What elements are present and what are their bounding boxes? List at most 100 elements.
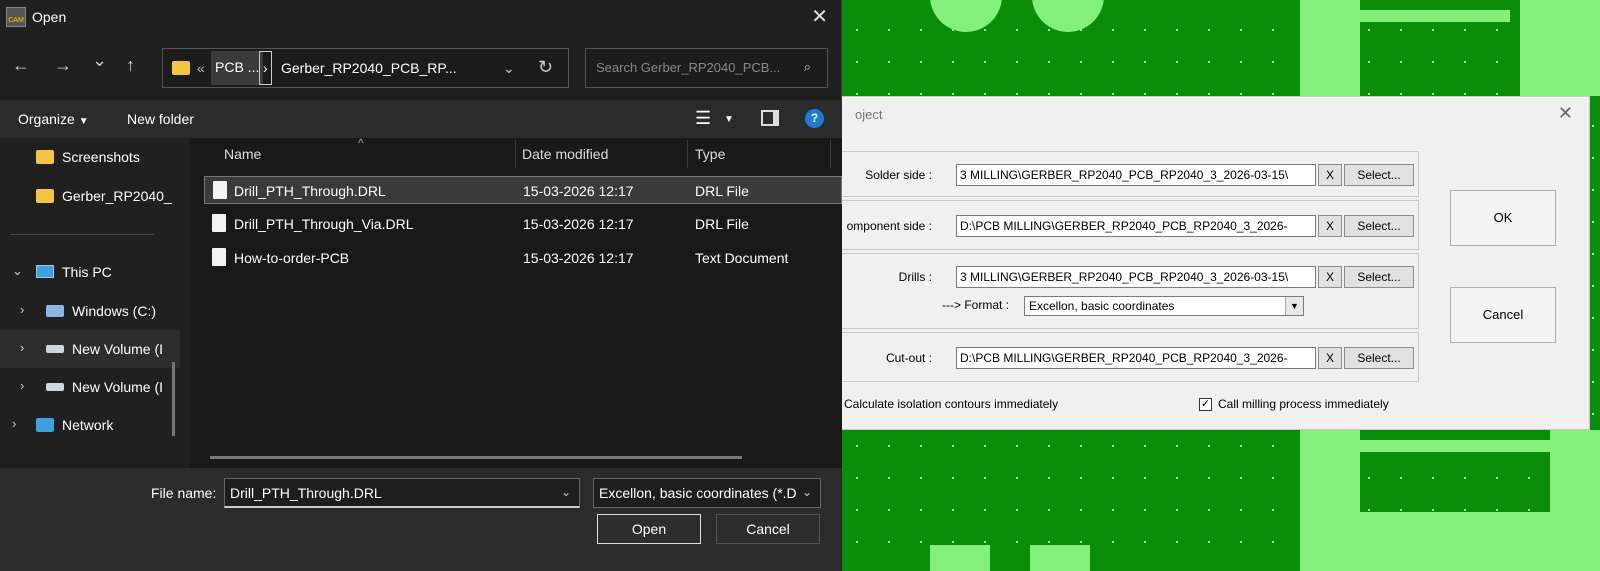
horizontal-scrollbar[interactable] bbox=[210, 456, 742, 459]
chevron-right-icon[interactable]: › bbox=[20, 378, 24, 393]
solder-side-select-button[interactable]: Select... bbox=[1344, 164, 1414, 186]
format-select[interactable]: Excellon, basic coordinates ▼ bbox=[1024, 296, 1304, 316]
sidebar-item-gerber-folder[interactable]: Gerber_RP2040_ bbox=[0, 177, 180, 215]
chevron-right-icon[interactable]: › bbox=[20, 302, 24, 317]
file-type: DRL File bbox=[695, 183, 749, 199]
column-divider bbox=[515, 140, 516, 168]
caret-down-icon: ▼ bbox=[78, 116, 89, 127]
sidebar-item-this-pc[interactable]: ⌄ This PC bbox=[0, 253, 180, 291]
pcb-pad bbox=[930, 0, 1002, 32]
ok-button[interactable]: OK bbox=[1450, 190, 1556, 246]
breadcrumb-separator[interactable]: › bbox=[259, 51, 272, 85]
file-name-input[interactable]: Drill_PTH_Through.DRL ⌄ bbox=[224, 478, 580, 508]
calc-isolation-label: Calculate isolation contours immediately bbox=[844, 397, 1059, 411]
call-milling-checkbox[interactable]: ✓ Call milling process immediately bbox=[1199, 397, 1389, 412]
file-name-value: Drill_PTH_Through.DRL bbox=[230, 485, 382, 501]
help-icon[interactable]: ? bbox=[805, 109, 824, 128]
cutout-select-button[interactable]: Select... bbox=[1344, 347, 1414, 369]
close-icon[interactable]: ✕ bbox=[1558, 103, 1573, 124]
file-name: Drill_PTH_Through.DRL bbox=[234, 183, 386, 199]
sidebar-item-network[interactable]: › Network bbox=[0, 406, 180, 444]
column-header-name[interactable]: Name bbox=[224, 146, 261, 162]
organize-label: Organize bbox=[18, 111, 75, 127]
breadcrumb-current[interactable]: Gerber_RP2040_PCB_RP... bbox=[281, 60, 457, 76]
project-dialog-title: oject bbox=[855, 107, 883, 122]
file-row[interactable]: How-to-order-PCB 15-03-2026 12:17 Text D… bbox=[204, 244, 842, 272]
cutout-field[interactable]: D:\PCB MILLING\GERBER_RP2040_PCB_RP2040_… bbox=[956, 347, 1316, 369]
component-side-clear-button[interactable]: X bbox=[1318, 215, 1342, 237]
network-icon bbox=[36, 418, 54, 432]
solder-side-field[interactable]: 3 MILLING\GERBER_RP2040_PCB_RP2040_3_202… bbox=[956, 164, 1316, 186]
scrollbar[interactable] bbox=[172, 362, 175, 436]
open-button[interactable]: Open bbox=[597, 514, 701, 544]
search-input[interactable]: Search Gerber_RP2040_PCB... ⌕ bbox=[585, 48, 828, 88]
back-arrow-icon[interactable]: ← bbox=[12, 55, 30, 76]
file-row[interactable]: Drill_PTH_Through.DRL 15-03-2026 12:17 D… bbox=[204, 176, 842, 204]
preview-pane-icon[interactable] bbox=[761, 110, 779, 126]
sidebar-item-label: Screenshots bbox=[62, 149, 140, 165]
pcb-pad bbox=[930, 545, 990, 571]
up-arrow-icon[interactable]: ↑ bbox=[126, 55, 135, 76]
chevron-down-icon[interactable]: ⌄ bbox=[12, 263, 23, 279]
chevron-right-icon[interactable]: › bbox=[20, 340, 24, 355]
chevron-down-icon: ⌄ bbox=[798, 485, 812, 499]
open-dialog: CAM Open ✕ ← → ⌄ ↑ « PCB ... › Gerber_RP… bbox=[0, 0, 842, 571]
sidebar-item-new-volume-1[interactable]: › New Volume (I bbox=[0, 330, 180, 368]
file-row[interactable]: Drill_PTH_Through_Via.DRL 15-03-2026 12:… bbox=[204, 210, 842, 238]
column-divider bbox=[687, 140, 688, 168]
project-cancel-button[interactable]: Cancel bbox=[1450, 287, 1556, 343]
drills-select-button[interactable]: Select... bbox=[1344, 266, 1414, 288]
close-icon[interactable]: ✕ bbox=[811, 4, 828, 29]
file-name-label: File name: bbox=[151, 485, 217, 501]
format-label: ---> Format : bbox=[942, 298, 1010, 312]
address-bar[interactable]: « PCB ... › Gerber_RP2040_PCB_RP... ⌄ bbox=[162, 48, 569, 88]
file-name: How-to-order-PCB bbox=[234, 250, 350, 266]
chevron-down-icon[interactable]: ⌄ bbox=[561, 485, 571, 499]
app-icon: CAM bbox=[6, 7, 26, 27]
chevron-down-icon[interactable]: ⌄ bbox=[503, 60, 515, 77]
chevron-down-icon: ▼ bbox=[1285, 297, 1303, 315]
view-list-icon[interactable]: ☰ bbox=[695, 108, 711, 129]
caret-down-icon[interactable]: ▼ bbox=[724, 114, 734, 125]
sort-ascending-icon[interactable]: ^ bbox=[358, 136, 364, 150]
cutout-clear-button[interactable]: X bbox=[1318, 347, 1342, 369]
navigation-pane: Screenshots Gerber_RP2040_ ⌄ This PC › W… bbox=[0, 138, 188, 468]
file-type-select[interactable]: Excellon, basic coordinates (*.D ⌄ bbox=[593, 478, 821, 508]
sidebar-item-new-volume-2[interactable]: › New Volume (I bbox=[0, 368, 180, 406]
breadcrumb-parent[interactable]: PCB ... bbox=[211, 51, 264, 85]
pcb-trace bbox=[1300, 430, 1360, 571]
organize-button[interactable]: Organize ▼ bbox=[18, 111, 89, 127]
recent-locations-icon[interactable]: ⌄ bbox=[92, 50, 107, 71]
pcb-pad bbox=[1030, 545, 1090, 571]
calc-isolation-checkbox[interactable]: Calculate isolation contours immediately bbox=[825, 397, 1059, 412]
refresh-icon[interactable]: ↻ bbox=[538, 57, 553, 78]
dialog-title: Open bbox=[32, 9, 67, 25]
new-folder-button[interactable]: New folder bbox=[127, 111, 194, 127]
forward-arrow-icon[interactable]: → bbox=[54, 55, 72, 76]
cancel-button[interactable]: Cancel bbox=[716, 514, 820, 544]
pcb-trace bbox=[1360, 512, 1600, 571]
column-divider bbox=[830, 140, 831, 168]
sidebar-item-screenshots[interactable]: Screenshots bbox=[0, 138, 180, 176]
solder-side-clear-button[interactable]: X bbox=[1318, 164, 1342, 186]
search-icon: ⌕ bbox=[803, 59, 811, 74]
component-side-select-button[interactable]: Select... bbox=[1344, 215, 1414, 237]
cutout-group: Cut-out : D:\PCB MILLING\GERBER_RP2040_P… bbox=[841, 332, 1419, 382]
file-date: 15-03-2026 12:17 bbox=[523, 183, 634, 199]
pcb-trace bbox=[1520, 0, 1600, 96]
sidebar-item-label: Windows (C:) bbox=[72, 303, 157, 319]
file-icon bbox=[213, 181, 227, 199]
sidebar-item-windows-c[interactable]: › Windows (C:) bbox=[0, 292, 180, 330]
folder-icon bbox=[172, 61, 190, 75]
drills-clear-button[interactable]: X bbox=[1318, 266, 1342, 288]
drive-icon bbox=[46, 305, 64, 317]
drills-field[interactable]: 3 MILLING\GERBER_RP2040_PCB_RP2040_3_202… bbox=[956, 266, 1316, 288]
call-milling-label: Call milling process immediately bbox=[1218, 397, 1389, 411]
breadcrumb-overflow[interactable]: « bbox=[197, 60, 205, 76]
drive-icon bbox=[46, 345, 64, 353]
column-header-type[interactable]: Type bbox=[695, 146, 725, 162]
chevron-right-icon[interactable]: › bbox=[12, 416, 16, 431]
title-bar: CAM Open ✕ bbox=[0, 0, 842, 36]
column-header-date[interactable]: Date modified bbox=[522, 146, 608, 162]
component-side-field[interactable]: D:\PCB MILLING\GERBER_RP2040_PCB_RP2040_… bbox=[956, 215, 1316, 237]
